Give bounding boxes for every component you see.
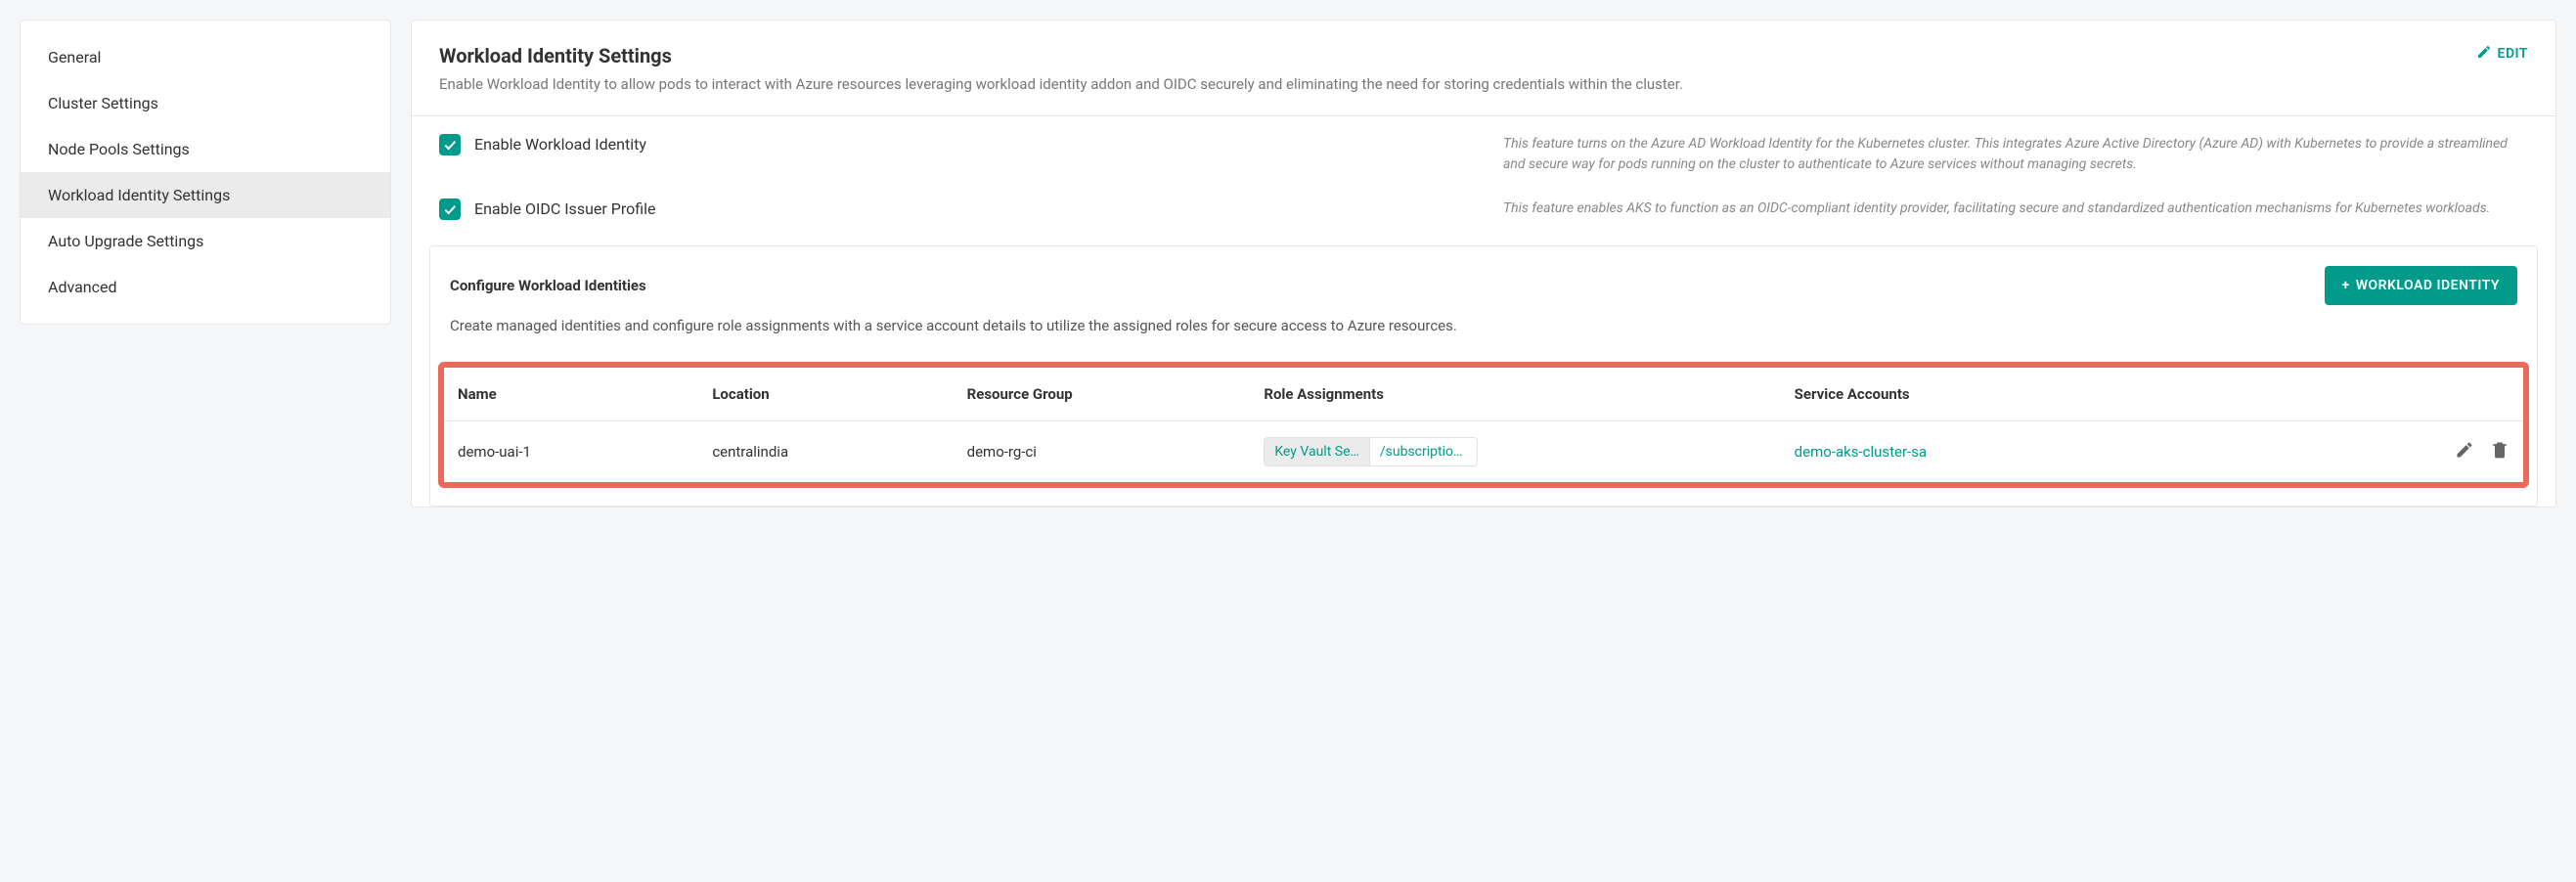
identities-table-highlight: Name Location Resource Group Role Assign… (438, 362, 2529, 488)
edit-button[interactable]: EDIT (2476, 44, 2528, 64)
add-workload-identity-button[interactable]: + WORKLOAD IDENTITY (2325, 266, 2518, 305)
cell-resource-group: demo-rg-ci (954, 420, 1251, 482)
oidc-note: This feature enables AKS to function as … (1503, 198, 2528, 219)
cell-role-assignments: Key Vault Se… /subscription… (1250, 420, 1780, 482)
pencil-icon (2455, 440, 2474, 460)
service-account-link[interactable]: demo-aks-cluster-sa (1795, 443, 1927, 461)
sidebar-item-workload-identity[interactable]: Workload Identity Settings (21, 172, 390, 218)
role-name: Key Vault Se… (1265, 438, 1369, 465)
sidebar-item-node-pools[interactable]: Node Pools Settings (21, 126, 390, 172)
sidebar-item-auto-upgrade[interactable]: Auto Upgrade Settings (21, 218, 390, 264)
col-name-header: Name (444, 368, 698, 421)
configure-identities-panel: Configure Workload Identities + WORKLOAD… (429, 245, 2538, 507)
main-panel: Workload Identity Settings EDIT Enable W… (411, 20, 2556, 507)
col-location-header: Location (698, 368, 953, 421)
cell-location: centralindia (698, 420, 953, 482)
edit-label: EDIT (2498, 46, 2528, 62)
col-role-assignments-header: Role Assignments (1250, 368, 1780, 421)
configure-identities-title: Configure Workload Identities (450, 277, 646, 294)
workload-identity-note: This feature turns on the Azure AD Workl… (1503, 134, 2528, 175)
sidebar-item-general[interactable]: General (21, 34, 390, 80)
page-subtitle: Enable Workload Identity to allow pods t… (439, 73, 2528, 96)
cell-name: demo-uai-1 (444, 420, 698, 482)
col-service-accounts-header: Service Accounts (1781, 368, 2311, 421)
col-resource-group-header: Resource Group (954, 368, 1251, 421)
pencil-icon (2476, 44, 2492, 64)
sidebar-item-cluster-settings[interactable]: Cluster Settings (21, 80, 390, 126)
plus-icon: + (2342, 278, 2350, 293)
settings-sidebar: General Cluster Settings Node Pools Sett… (20, 20, 391, 325)
table-row: demo-uai-1 centralindia demo-rg-ci Key V… (444, 420, 2523, 482)
role-assignment-chip[interactable]: Key Vault Se… /subscription… (1264, 437, 1478, 466)
edit-row-button[interactable] (2455, 440, 2474, 463)
role-scope: /subscription… (1369, 438, 1477, 465)
cell-service-accounts: demo-aks-cluster-sa (1781, 420, 2311, 482)
add-workload-identity-label: WORKLOAD IDENTITY (2356, 278, 2500, 293)
enable-oidc-checkbox[interactable] (439, 198, 461, 220)
sidebar-item-advanced[interactable]: Advanced (21, 264, 390, 310)
identities-table: Name Location Resource Group Role Assign… (444, 368, 2523, 482)
configure-identities-description: Create managed identities and configure … (430, 317, 2537, 362)
enable-workload-identity-checkbox[interactable] (439, 134, 461, 155)
trash-icon (2490, 440, 2509, 460)
enable-workload-identity-label: Enable Workload Identity (474, 135, 646, 154)
enable-oidc-label: Enable OIDC Issuer Profile (474, 199, 656, 218)
page-title: Workload Identity Settings (439, 44, 672, 67)
delete-row-button[interactable] (2490, 440, 2509, 463)
